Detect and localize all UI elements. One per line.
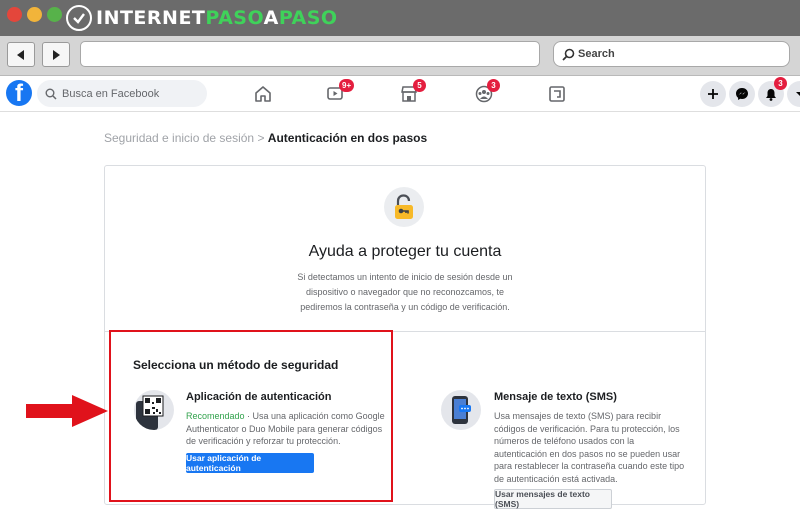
nav-gaming[interactable]	[545, 82, 569, 106]
facebook-search-input[interactable]: Busca en Facebook	[37, 80, 207, 107]
search-icon	[45, 88, 57, 100]
browser-toolbar: Search	[0, 36, 800, 76]
window-titlebar: INTERNETPASOAPASO	[0, 0, 800, 36]
sms-description: Usa mensajes de texto (SMS) para recibir…	[494, 411, 685, 484]
breadcrumb-current: Autenticación en dos pasos	[267, 131, 428, 145]
use-auth-app-button[interactable]: Usar aplicación de autenticación	[186, 453, 314, 473]
maximize-window-button[interactable]	[47, 7, 62, 22]
facebook-logo-icon[interactable]: f	[6, 80, 32, 106]
home-icon	[255, 86, 271, 102]
forward-button[interactable]	[42, 42, 70, 67]
back-button[interactable]	[7, 42, 35, 67]
section-title: Selecciona un método de seguridad	[133, 358, 339, 372]
nav-home[interactable]	[251, 82, 275, 106]
nav-watch[interactable]: 9+	[323, 79, 355, 106]
lock-icon	[395, 194, 413, 219]
account-menu-button[interactable]	[787, 81, 800, 107]
messenger-button[interactable]	[729, 81, 755, 107]
gaming-icon	[549, 86, 565, 102]
lock-illustration	[384, 187, 424, 227]
watch-badge: 9+	[339, 79, 355, 92]
create-button[interactable]	[700, 81, 726, 107]
card-description: Si detectamos un intento de inicio de se…	[297, 272, 513, 312]
sms-illustration	[441, 390, 481, 430]
messenger-icon	[736, 88, 748, 100]
nav-groups[interactable]: 3	[472, 79, 500, 106]
browser-search-placeholder: Search	[578, 48, 615, 60]
url-bar[interactable]	[80, 41, 540, 67]
authenticator-illustration	[134, 390, 174, 430]
breadcrumb: Seguridad e inicio de sesión > Autentica…	[104, 131, 428, 145]
card-heading: Ayuda a proteger tu cuenta	[308, 243, 502, 260]
auth-app-description: Recomendado · Usa una aplicación como Go…	[186, 411, 385, 446]
groups-badge: 3	[487, 79, 500, 92]
auth-app-title: Aplicación de autenticación	[186, 391, 332, 403]
facebook-search-placeholder: Busca en Facebook	[62, 87, 160, 100]
minimize-window-button[interactable]	[27, 7, 42, 22]
qr-code-icon	[136, 395, 164, 430]
notifications-badge: 3	[774, 77, 787, 90]
marketplace-badge: 5	[413, 79, 426, 92]
watermark-logo: INTERNETPASOAPASO	[66, 3, 338, 33]
bell-icon	[766, 88, 776, 101]
phone-icon	[452, 396, 471, 424]
arrow-right-icon	[26, 395, 108, 427]
sms-title: Mensaje de texto (SMS)	[494, 391, 617, 403]
notifications-button[interactable]: 3	[758, 77, 787, 107]
recommended-label: Recomendado	[186, 411, 245, 421]
arrow-left-icon	[17, 49, 24, 60]
nav-marketplace[interactable]: 5	[397, 79, 426, 106]
arrow-right-icon	[53, 49, 60, 60]
use-sms-button[interactable]: Usar mensajes de texto (SMS)	[494, 489, 612, 509]
watermark-icon	[66, 5, 92, 31]
watermark-text: INTERNETPASOAPASO	[96, 7, 338, 29]
browser-search-input[interactable]: Search	[553, 41, 790, 67]
close-window-button[interactable]	[7, 7, 22, 22]
breadcrumb-parent[interactable]: Seguridad e inicio de sesión	[104, 131, 254, 145]
facebook-header: f Busca en Facebook 9+ 5 3 3	[0, 76, 800, 112]
plus-icon	[708, 89, 718, 99]
search-icon	[562, 48, 575, 61]
chevron-down-icon	[796, 92, 800, 96]
